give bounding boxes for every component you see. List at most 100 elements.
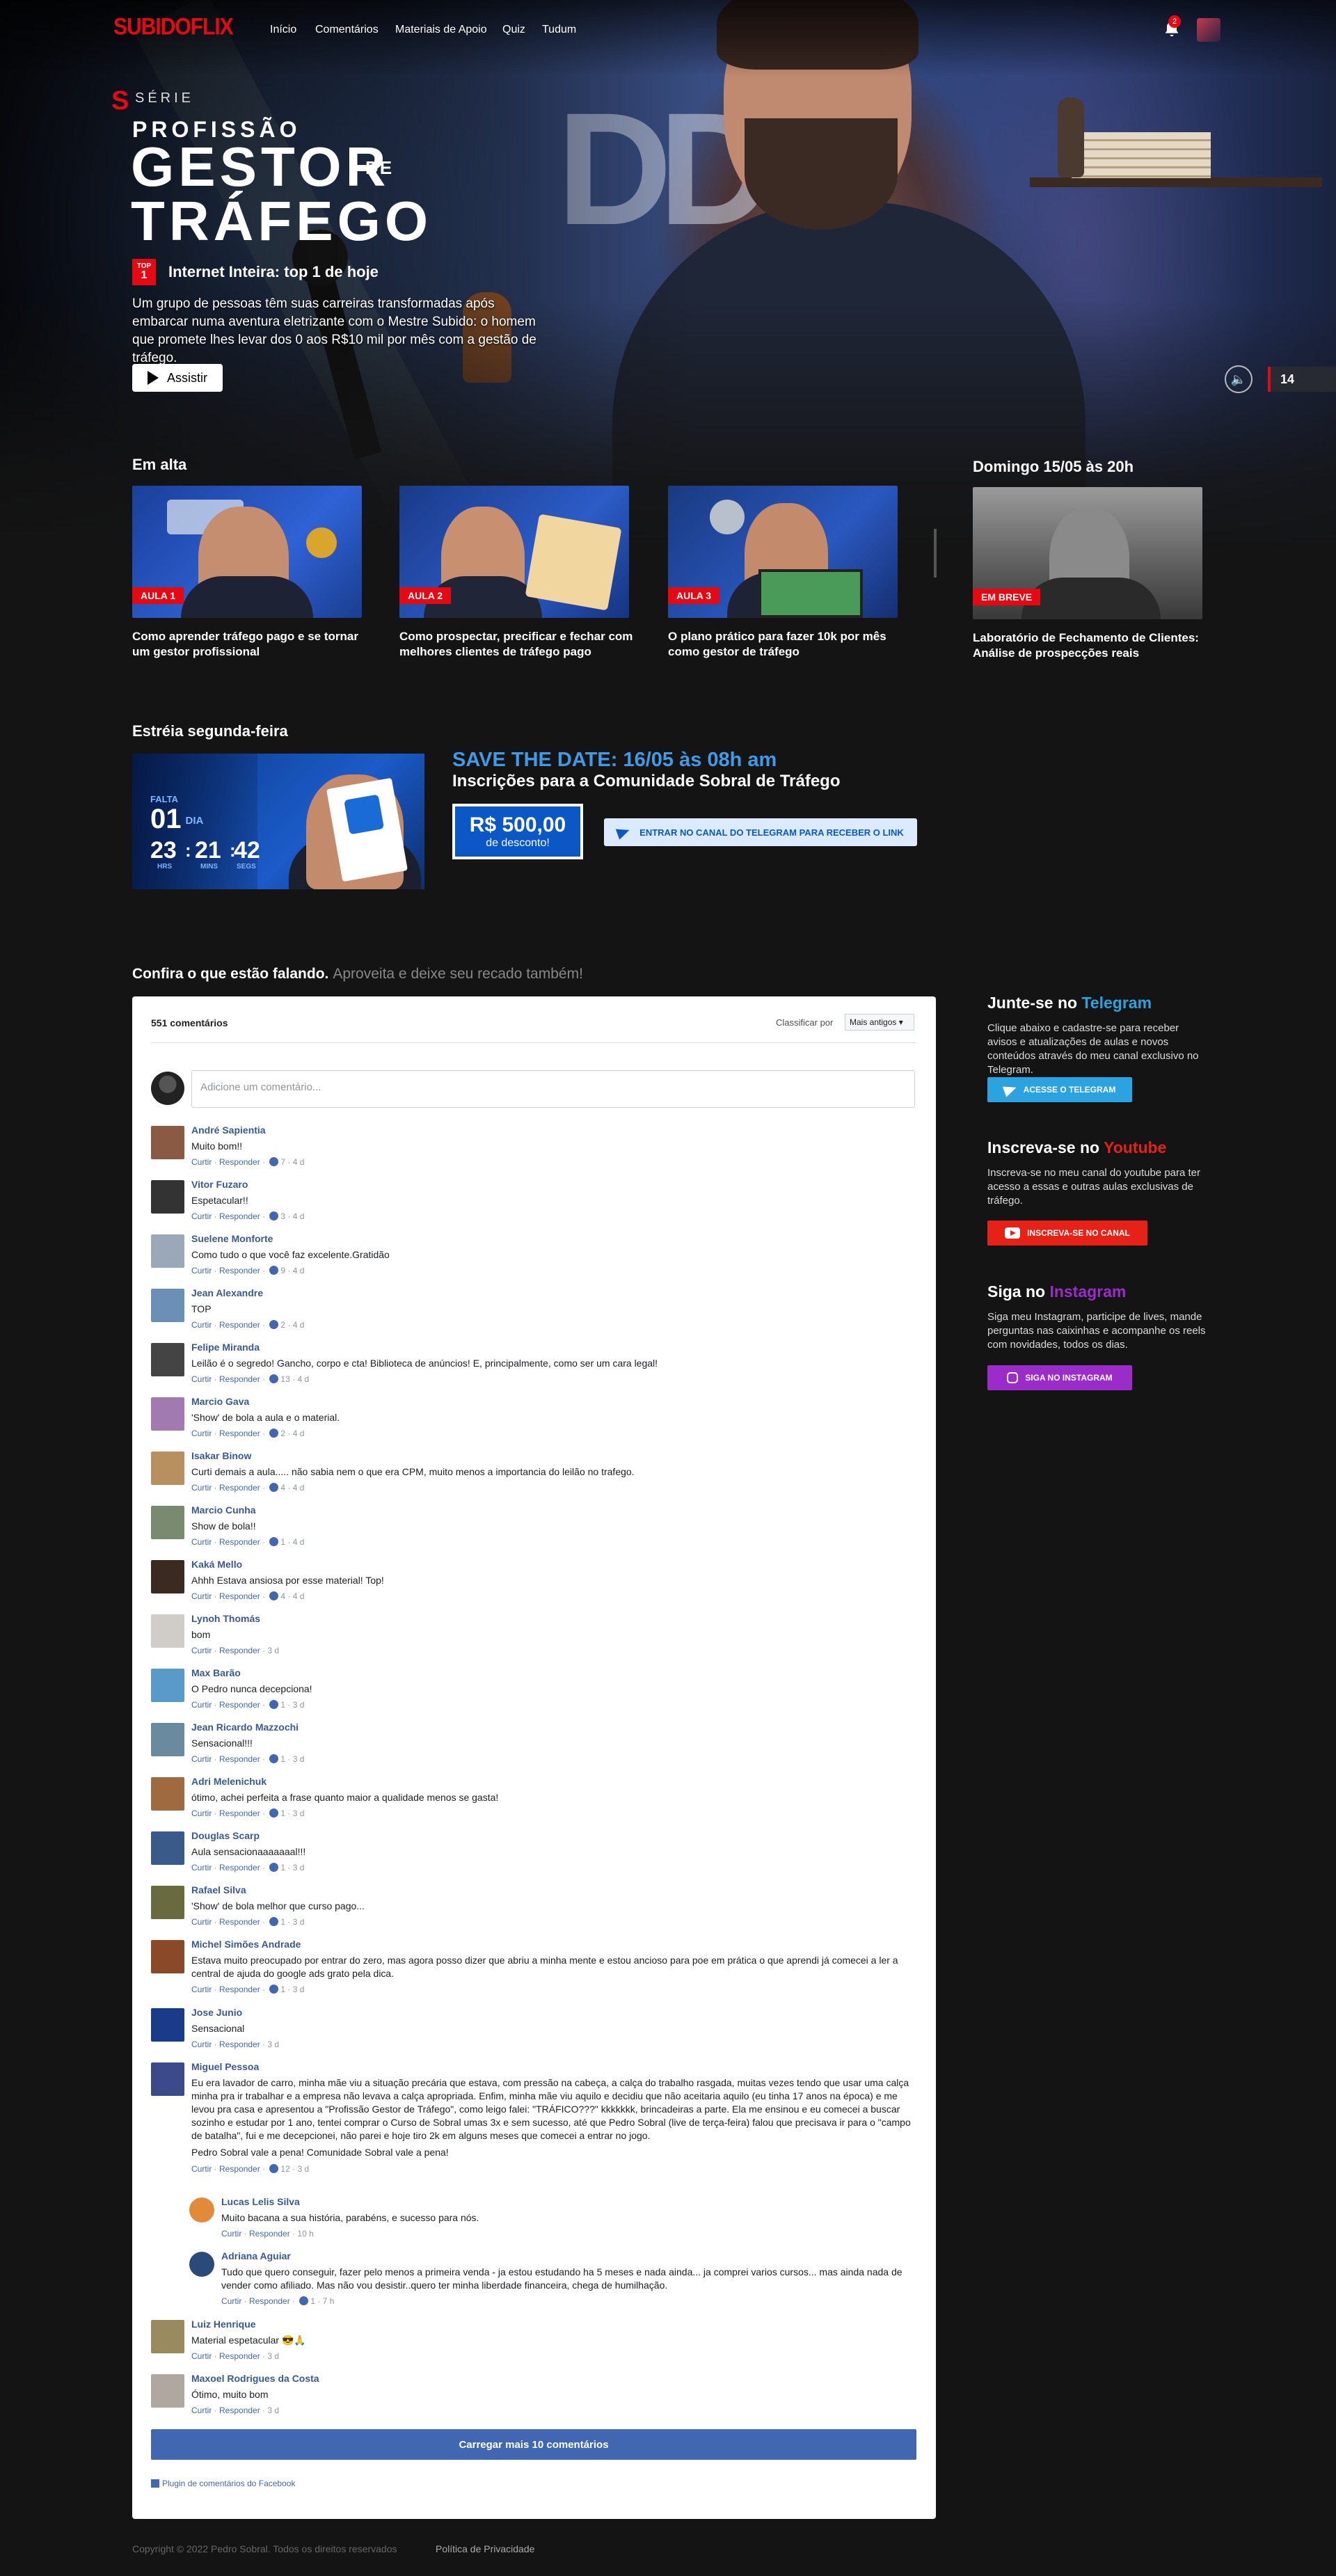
reply-link[interactable]: Responder [219, 1537, 260, 1547]
youtube-button[interactable]: INSCREVA-SE NO CANAL [987, 1221, 1147, 1246]
privacy-link[interactable]: Política de Privacidade [436, 2543, 534, 2554]
watch-button[interactable]: Assistir [132, 364, 223, 392]
commenter-name[interactable]: Rafael Silva [191, 1884, 246, 1895]
reply-link[interactable]: Responder [219, 1211, 260, 1221]
like-link[interactable]: Curtir [191, 1157, 212, 1167]
commenter-avatar[interactable] [151, 1614, 184, 1648]
commenter-avatar[interactable] [151, 1886, 184, 1919]
reply-link[interactable]: Responder [219, 1320, 260, 1330]
like-link[interactable]: Curtir [191, 1211, 212, 1221]
like-link[interactable]: Curtir [191, 2040, 212, 2049]
like-link[interactable]: Curtir [191, 1320, 212, 1330]
commenter-name[interactable]: Jose Junio [191, 2007, 242, 2018]
reply-link[interactable]: Responder [219, 1157, 260, 1167]
volume-icon[interactable]: 🔈 [1225, 365, 1252, 393]
telegram-button[interactable]: ACESSE O TELEGRAM [987, 1077, 1132, 1102]
like-link[interactable]: Curtir [191, 1591, 212, 1601]
load-more-button[interactable]: Carregar mais 10 comentários [151, 2429, 916, 2460]
commenter-avatar[interactable] [151, 1669, 184, 1702]
commenter-name[interactable]: Adri Melenichuk [191, 1776, 267, 1787]
reply-link[interactable]: Responder [219, 1429, 260, 1438]
reply-link[interactable]: Responder [219, 1483, 260, 1493]
reply-link[interactable]: Responder [219, 1808, 260, 1818]
nav-inicio[interactable]: Início [270, 24, 296, 36]
commenter-avatar[interactable] [189, 2197, 214, 2223]
instagram-button[interactable]: SIGA NO INSTAGRAM [987, 1365, 1132, 1390]
reply-link[interactable]: Responder [219, 2351, 260, 2361]
commenter-name[interactable]: Lynoh Thomás [191, 1613, 260, 1624]
commenter-name[interactable]: Douglas Scarp [191, 1830, 260, 1841]
commenter-name[interactable]: Lucas Lelis Silva [221, 2196, 300, 2207]
like-link[interactable]: Curtir [191, 1863, 212, 1873]
commenter-avatar[interactable] [151, 1234, 184, 1268]
commenter-avatar[interactable] [151, 1777, 184, 1811]
commenter-avatar[interactable] [151, 1940, 184, 1973]
nav-materiais[interactable]: Materiais de Apoio [395, 24, 487, 36]
like-link[interactable]: Curtir [221, 2296, 241, 2306]
reply-link[interactable]: Responder [219, 1754, 260, 1764]
commenter-avatar[interactable] [151, 1180, 184, 1214]
reply-link[interactable]: Responder [219, 1985, 260, 1994]
like-link[interactable]: Curtir [191, 2164, 212, 2174]
nav-quiz[interactable]: Quiz [502, 24, 525, 36]
lesson-title-3[interactable]: O plano prático para fazer 10k por mês c… [668, 629, 905, 660]
like-link[interactable]: Curtir [191, 1754, 212, 1764]
commenter-avatar[interactable] [189, 2252, 214, 2277]
commenter-avatar[interactable] [151, 2062, 184, 2096]
like-link[interactable]: Curtir [191, 1808, 212, 1818]
commenter-avatar[interactable] [151, 1397, 184, 1431]
lesson-title-2[interactable]: Como prospectar, precificar e fechar com… [399, 629, 636, 660]
commenter-name[interactable]: Max Barão [191, 1667, 241, 1678]
like-link[interactable]: Curtir [221, 2229, 241, 2239]
commenter-avatar[interactable] [151, 1831, 184, 1865]
commenter-name[interactable]: Vitor Fuzaro [191, 1179, 248, 1190]
like-link[interactable]: Curtir [191, 2406, 212, 2415]
reply-link[interactable]: Responder [219, 1700, 260, 1710]
commenter-name[interactable]: Jean Ricardo Mazzochi [191, 1722, 299, 1733]
logo[interactable]: SUBIDOFLIX [113, 13, 234, 40]
like-link[interactable]: Curtir [191, 1917, 212, 1927]
reply-link[interactable]: Responder [219, 1863, 260, 1873]
sort-select[interactable]: Mais antigos ▾ [845, 1014, 914, 1031]
like-link[interactable]: Curtir [191, 1537, 212, 1547]
commenter-avatar[interactable] [151, 1343, 184, 1376]
reply-link[interactable]: Responder [219, 1917, 260, 1927]
reply-link[interactable]: Responder [219, 1374, 260, 1384]
commenter-name[interactable]: André Sapientia [191, 1124, 266, 1136]
commenter-name[interactable]: Felipe Miranda [191, 1342, 260, 1353]
commenter-name[interactable]: Maxoel Rodrigues da Costa [191, 2373, 319, 2384]
reply-link[interactable]: Responder [219, 1266, 260, 1275]
commenter-name[interactable]: Michel Simões Andrade [191, 1939, 301, 1950]
commenter-name[interactable]: Jean Alexandre [191, 1287, 263, 1298]
lesson-card-2[interactable]: AULA 2 [399, 486, 629, 618]
reply-link[interactable]: Responder [219, 1646, 260, 1655]
commenter-name[interactable]: Suelene Monforte [191, 1233, 273, 1244]
reply-link[interactable]: Responder [219, 2040, 260, 2049]
like-link[interactable]: Curtir [191, 2351, 212, 2361]
commenter-name[interactable]: Isakar Binow [191, 1450, 251, 1461]
like-link[interactable]: Curtir [191, 1646, 212, 1655]
commenter-avatar[interactable] [151, 2320, 184, 2353]
upcoming-title[interactable]: Laboratório de Fechamento de Clientes: A… [973, 630, 1209, 661]
lesson-title-1[interactable]: Como aprender tráfego pago e se tornar u… [132, 629, 369, 660]
like-link[interactable]: Curtir [191, 1429, 212, 1438]
commenter-avatar[interactable] [151, 1723, 184, 1756]
like-link[interactable]: Curtir [191, 1700, 212, 1710]
like-link[interactable]: Curtir [191, 1374, 212, 1384]
commenter-avatar[interactable] [151, 1452, 184, 1485]
commenter-avatar[interactable] [151, 1506, 184, 1539]
commenter-name[interactable]: Marcio Gava [191, 1396, 249, 1407]
commenter-name[interactable]: Marcio Cunha [191, 1504, 256, 1516]
commenter-avatar[interactable] [151, 1126, 184, 1159]
nav-tudum[interactable]: Tudum [542, 24, 576, 36]
telegram-link-button[interactable]: ENTRAR NO CANAL DO TELEGRAM PARA RECEBER… [604, 818, 917, 846]
commenter-name[interactable]: Luiz Henrique [191, 2319, 256, 2330]
lesson-card-1[interactable]: AULA 1 [132, 486, 362, 618]
like-link[interactable]: Curtir [191, 1483, 212, 1493]
user-avatar[interactable] [1197, 18, 1220, 42]
commenter-name[interactable]: Miguel Pessoa [191, 2061, 259, 2072]
commenter-avatar[interactable] [151, 2008, 184, 2042]
like-link[interactable]: Curtir [191, 1266, 212, 1275]
commenter-avatar[interactable] [151, 1560, 184, 1593]
commenter-avatar[interactable] [151, 1289, 184, 1322]
